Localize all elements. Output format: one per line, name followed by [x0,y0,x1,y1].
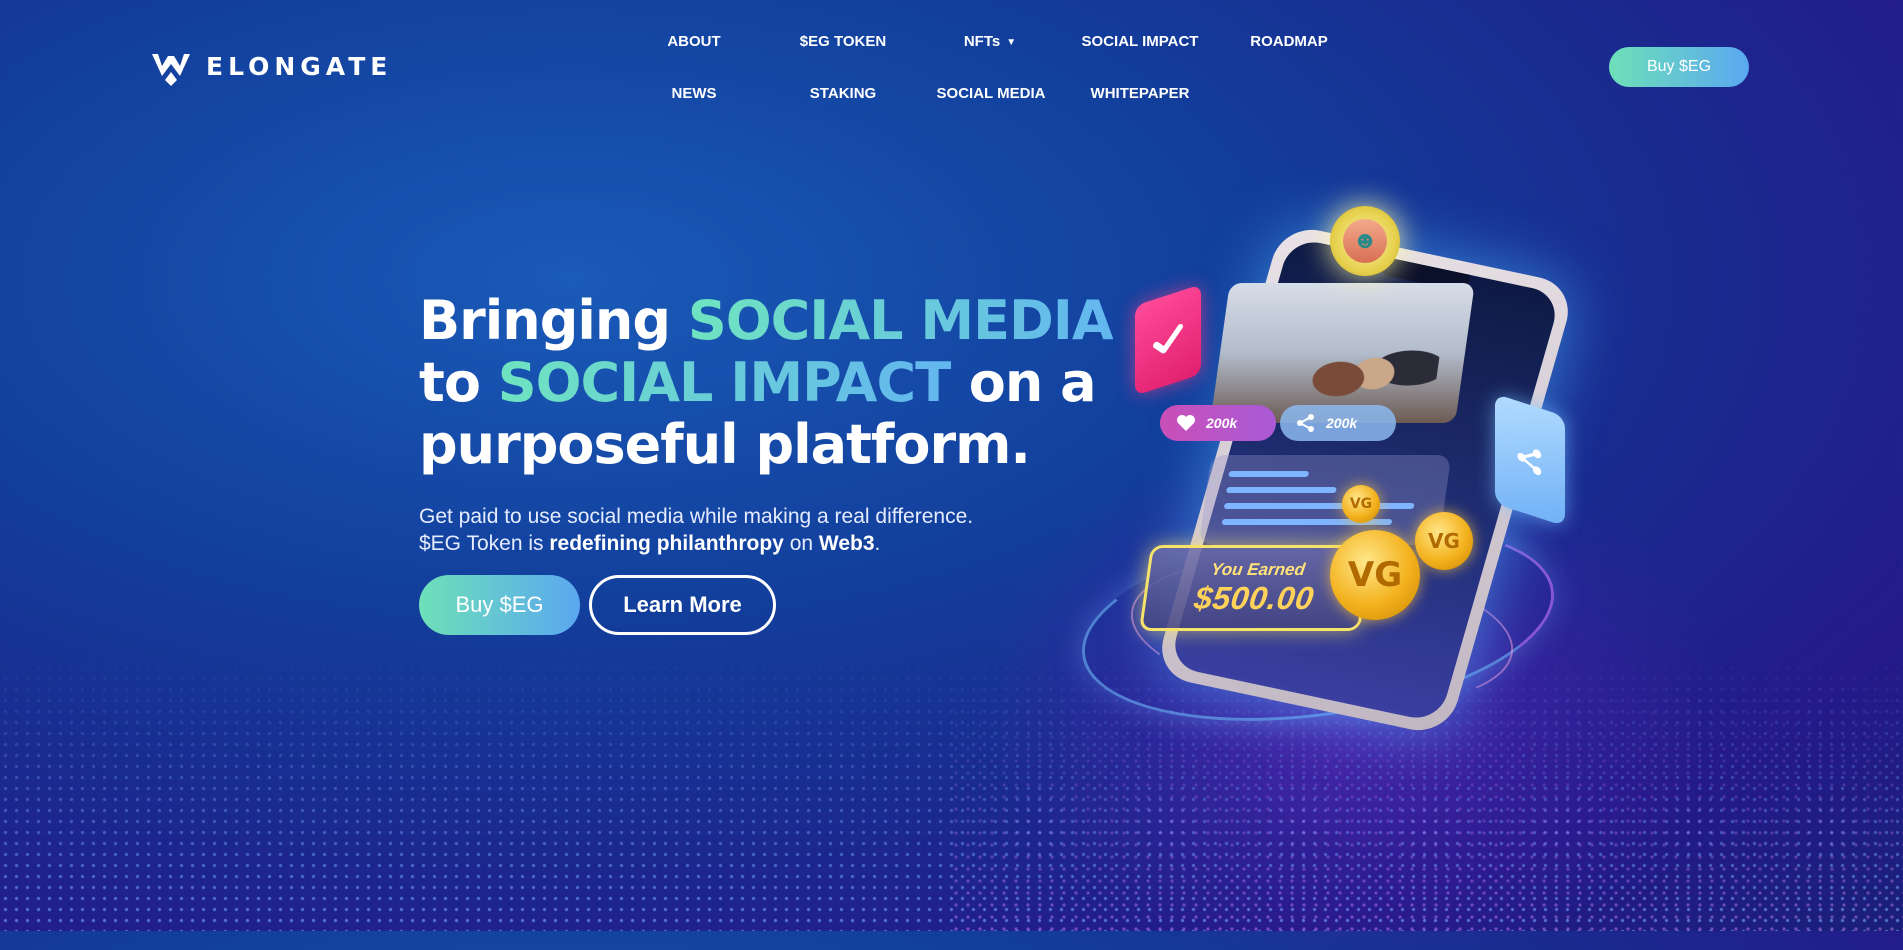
subtitle-line2: $EG Token is redefining philanthropy on … [419,530,1059,557]
brand-name: ELONGATE [206,51,393,81]
phone-illustration: 200k 200k You Earned $500.00 VG VG VG ☻ [1060,200,1600,749]
share-icon [1297,414,1314,432]
nav-staking[interactable]: STAKING [810,85,876,102]
avatar-icon: ☻ [1343,219,1387,263]
hero-subtitle: Get paid to use social media while makin… [419,503,1059,557]
subtitle-suffix: . [874,532,881,555]
nav-social-media[interactable]: SOCIAL MEDIA [937,85,1046,102]
group-photo [1210,283,1475,423]
text-line [1225,487,1337,493]
coin-icon: VG [1330,530,1420,620]
avatar: ☻ [1330,206,1400,276]
nav-roadmap[interactable]: ROADMAP [1250,33,1328,50]
post-card [1198,455,1452,545]
text-line [1228,471,1310,477]
earned-label: You Earned [1209,559,1307,579]
header-buy-button[interactable]: Buy $EG [1609,47,1749,87]
coin-icon: VG [1342,485,1380,523]
hero-buy-button[interactable]: Buy $EG [419,575,580,635]
coin-icon: VG [1415,512,1473,570]
headline-accent-social-impact: SOCIAL IMPACT [497,351,952,414]
nav-eg-token[interactable]: $EG TOKEN [800,33,886,50]
elongate-logo-icon [152,54,190,86]
nav-news[interactable]: NEWS [672,85,717,102]
heart-icon [1177,415,1195,431]
brand-logo[interactable]: ELONGATE [150,46,392,86]
hero-headline: Bringing SOCIAL MEDIA to SOCIAL IMPACT o… [419,290,1119,476]
headline-accent-social-media: SOCIAL MEDIA [687,289,1114,352]
share-tile [1495,393,1565,527]
shares-count: 200k [1326,415,1358,431]
subtitle-bold-web3: Web3 [818,532,875,555]
text-line [1223,503,1415,509]
likes-count: 200k [1206,415,1238,431]
earned-amount: $500.00 [1192,579,1317,616]
headline-part1: Bringing [419,289,688,352]
likes-pill: 200k [1160,405,1276,441]
nav-about[interactable]: ABOUT [667,33,720,50]
shares-pill: 200k [1280,405,1396,441]
nav-nfts-label: NFTs [963,33,1001,50]
subtitle-mid: on [783,532,819,555]
check-tile [1135,284,1201,396]
nav-nfts[interactable]: NFTs ▼ [964,33,1016,50]
subtitle-prefix: $EG Token is [419,532,550,555]
subtitle-line1: Get paid to use social media while makin… [419,505,974,528]
headline-part2: to [419,351,498,414]
subtitle-bold-philanthropy: redefining philanthropy [549,532,784,555]
check-icon [1153,323,1183,354]
nav-social-impact[interactable]: SOCIAL IMPACT [1082,33,1199,50]
learn-more-button[interactable]: Learn More [589,575,776,635]
caret-down-icon: ▼ [1006,37,1017,48]
share-icon [1517,449,1542,476]
nav-whitepaper[interactable]: WHITEPAPER [1091,85,1190,102]
